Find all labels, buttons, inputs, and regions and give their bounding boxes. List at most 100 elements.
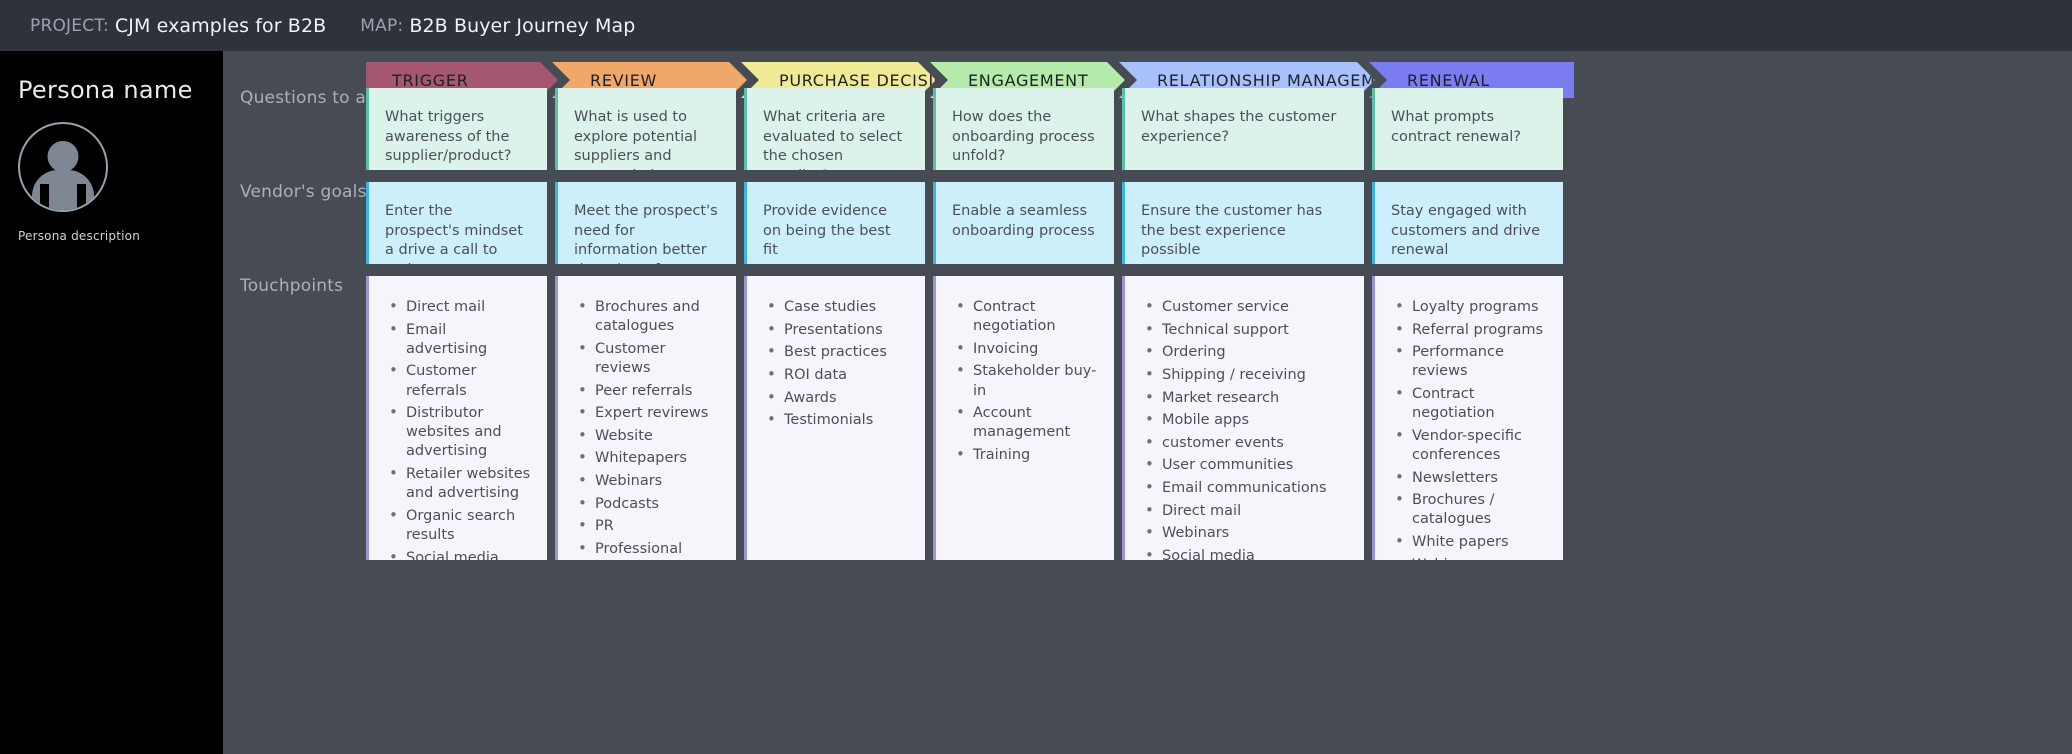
project-name[interactable]: CJM examples for B2B	[115, 15, 326, 37]
list-item: Customer referrals	[385, 361, 531, 400]
top-bar: PROJECT: CJM examples for B2B MAP: B2B B…	[0, 0, 2072, 51]
cell-touchpoints-1[interactable]: Brochures and cataloguesCustomer reviews…	[555, 276, 736, 560]
cell-questions-0[interactable]: What triggers awareness of the supplier/…	[366, 88, 547, 170]
list-item: Mobile apps	[1141, 410, 1348, 430]
list-item: Market research	[1141, 387, 1348, 408]
list-item: Testimonials	[763, 410, 909, 430]
cell-text: Provide evidence on being the best fit	[763, 203, 891, 259]
list-item: Newsletters	[1391, 467, 1547, 488]
list-item: Website	[574, 426, 720, 446]
list-item: Expert revirews	[574, 403, 720, 423]
list-item: PR	[574, 516, 720, 536]
cell-text: Enable a seamless onboarding process	[952, 203, 1095, 239]
cell-text: How does the onboarding process unfold?	[952, 109, 1095, 165]
touchpoint-list: Brochures and cataloguesCustomer reviews…	[574, 297, 720, 560]
cell-text: What triggers awareness of the supplier/…	[385, 109, 512, 165]
list-item: Professional associations	[574, 539, 720, 560]
cell-questions-5[interactable]: What prompts contract renewal?	[1372, 88, 1563, 170]
list-item: Training	[952, 445, 1098, 465]
list-item: Performance reviews	[1391, 342, 1547, 381]
persona-description[interactable]: Persona description	[18, 229, 223, 243]
cell-text: Meet the prospect's need for information…	[574, 203, 718, 264]
list-item: Awards	[763, 387, 909, 408]
cell-text: Stay engaged with customers and drive re…	[1391, 203, 1541, 259]
stage-header-label: ENGAGEMENT	[968, 70, 1089, 90]
avatar-notch-left	[40, 184, 49, 210]
list-item: customer events	[1141, 433, 1348, 453]
stage-header-label: PURCHASE DECISION	[779, 70, 960, 90]
map-name[interactable]: B2B Buyer Journey Map	[409, 15, 635, 37]
cell-questions-1[interactable]: What is used to explore potential suppli…	[555, 88, 736, 170]
cell-text: Ensure the customer has the best experie…	[1141, 203, 1323, 259]
cell-text: What prompts contract renewal?	[1391, 109, 1521, 145]
touchpoint-list: Customer service Technical supportOrderin…	[1141, 297, 1348, 560]
row-label-goals: Vendor's goals	[240, 182, 367, 202]
cell-questions-2[interactable]: What criteria are evaluated to select th…	[744, 88, 925, 170]
list-item: Customer service	[1141, 297, 1348, 317]
cell-text: What criteria are evaluated to select th…	[763, 109, 903, 170]
cell-goals-1[interactable]: Meet the prospect's need for information…	[555, 182, 736, 264]
journey-map-canvas: PROJECT: CJM examples for B2B MAP: B2B B…	[0, 0, 2072, 754]
list-item: Webinars	[574, 471, 720, 491]
cell-text: What shapes the customer experience?	[1141, 109, 1337, 145]
list-item: Invoicing	[952, 339, 1098, 359]
list-item: Email advertising	[385, 320, 531, 359]
avatar-notch-right	[77, 184, 86, 210]
cell-goals-0[interactable]: Enter the prospect's mindset a drive a c…	[366, 182, 547, 264]
cell-questions-3[interactable]: How does the onboarding process unfold?	[933, 88, 1114, 170]
list-item: Podcasts	[574, 494, 720, 514]
list-item: Referral programs	[1391, 320, 1547, 340]
list-item: Stakeholder buy-in	[952, 361, 1098, 400]
list-item: User communities	[1141, 455, 1348, 475]
list-item: Whitepapers	[574, 448, 720, 468]
person-avatar-icon[interactable]	[18, 122, 108, 212]
list-item: Account management	[952, 403, 1098, 442]
list-item: Retailer websites and advertising	[385, 464, 531, 503]
cell-touchpoints-0[interactable]: Direct mail Email advertisingCustomer ref…	[366, 276, 547, 560]
stage-header-label: RENEWAL	[1407, 70, 1491, 90]
touchpoint-list: Loyalty programs Referral programsPerform…	[1391, 297, 1547, 560]
list-item: Case studies	[763, 297, 909, 317]
list-item: Presentations	[763, 320, 909, 340]
list-item: Peer referrals	[574, 380, 720, 401]
stage-header-label: RELATIONSHIP MANAGEMENT	[1157, 70, 1410, 90]
persona-sidebar: Persona name Persona description	[0, 51, 223, 754]
touchpoint-list: Case studies PresentationsBest practices R…	[763, 297, 909, 430]
list-item: Ordering	[1141, 342, 1348, 362]
cell-goals-2[interactable]: Provide evidence on being the best fit	[744, 182, 925, 264]
cell-touchpoints-3[interactable]: Contract negotiation InvoicingStakeholder…	[933, 276, 1114, 560]
row-label-touchpoints: Touchpoints	[240, 276, 344, 296]
list-item: White papers	[1391, 532, 1547, 552]
list-item: Brochures / catalogues	[1391, 490, 1547, 529]
list-item: Customer reviews	[574, 339, 720, 378]
list-item: ROI data	[763, 365, 909, 385]
list-item: Webinars	[1391, 554, 1547, 560]
list-item: Email communications	[1141, 478, 1348, 498]
cell-questions-4[interactable]: What shapes the customer experience?	[1122, 88, 1364, 170]
touchpoint-list: Contract negotiation InvoicingStakeholder…	[952, 297, 1098, 465]
avatar-head	[47, 141, 79, 172]
list-item: Technical support	[1141, 320, 1348, 340]
list-item: Social media	[1141, 546, 1348, 560]
touchpoint-list: Direct mail Email advertisingCustomer ref…	[385, 297, 531, 560]
cell-goals-4[interactable]: Ensure the customer has the best experie…	[1122, 182, 1364, 264]
list-item: Shipping / receiving	[1141, 365, 1348, 385]
list-item: Vendor-specific conferences	[1391, 426, 1547, 465]
list-item: Contract negotiation	[952, 297, 1098, 336]
list-item: Social media	[385, 547, 531, 560]
cell-goals-5[interactable]: Stay engaged with customers and drive re…	[1372, 182, 1563, 264]
list-item: Best practices	[763, 342, 909, 362]
list-item: Direct mail	[385, 297, 531, 317]
list-item: Direct mail	[1141, 501, 1348, 521]
list-item: Organic search results	[385, 506, 531, 545]
cell-touchpoints-2[interactable]: Case studies PresentationsBest practices R…	[744, 276, 925, 560]
map-label: MAP:	[360, 15, 404, 36]
list-item: Distributor websites and advertising	[385, 403, 531, 461]
stage-header-label: REVIEW	[590, 70, 658, 90]
list-item: Contract negotiation	[1391, 384, 1547, 423]
cell-touchpoints-4[interactable]: Customer service Technical supportOrderin…	[1122, 276, 1364, 560]
cell-touchpoints-5[interactable]: Loyalty programs Referral programsPerform…	[1372, 276, 1563, 560]
list-item: Brochures and catalogues	[574, 297, 720, 336]
cell-goals-3[interactable]: Enable a seamless onboarding process	[933, 182, 1114, 264]
cell-text: What is used to explore potential suppli…	[574, 109, 698, 170]
